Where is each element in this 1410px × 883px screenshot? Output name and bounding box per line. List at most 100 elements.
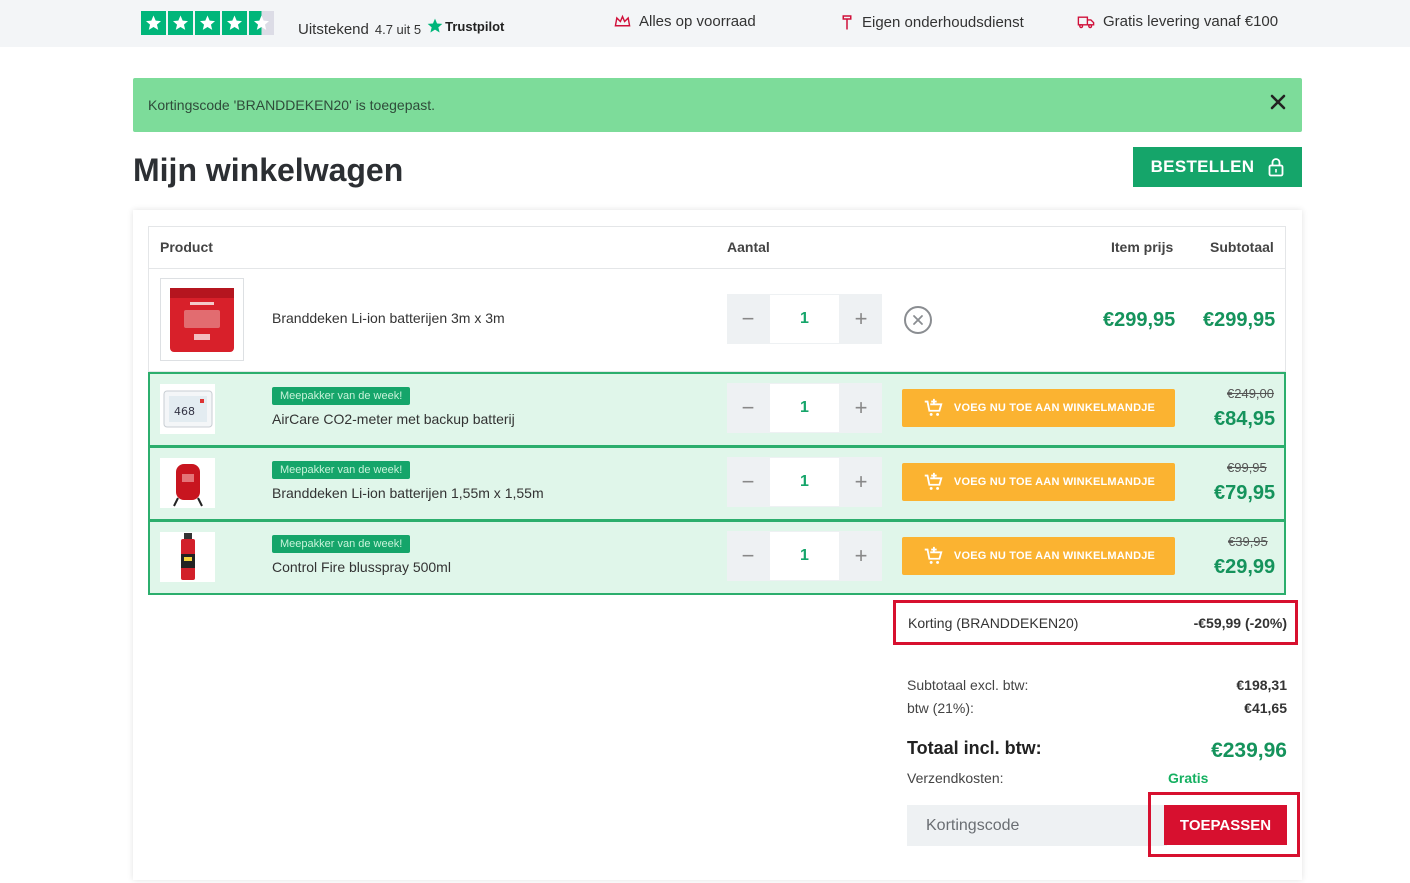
product-name[interactable]: Control Fire blusspray 500ml: [272, 559, 451, 575]
item-price: €299,95: [1103, 309, 1176, 331]
coupon-applied-notice: Kortingscode 'BRANDDEKEN20' is toegepast…: [133, 78, 1302, 132]
remove-item-button[interactable]: [904, 306, 932, 334]
increase-button[interactable]: +: [840, 457, 882, 507]
subtotal-value: €198,31: [1236, 677, 1287, 693]
spray-can-image: [180, 533, 195, 580]
quantity-value[interactable]: 1: [769, 294, 840, 344]
quantity-value[interactable]: 1: [769, 531, 840, 581]
lock-icon: [1268, 158, 1284, 177]
cart-add-icon: [924, 546, 943, 564]
cart-add-icon: [924, 472, 943, 490]
old-price: €249,00: [1227, 386, 1274, 401]
table-row: Branddeken Li-ion batterijen 3m x 3m − 1…: [148, 269, 1286, 372]
coupon-input[interactable]: [907, 805, 1167, 846]
old-price: €39,95: [1228, 534, 1268, 549]
increase-button[interactable]: +: [840, 531, 882, 581]
header-product: Product: [160, 239, 213, 255]
upsell-row: 468 Meepakker van de week! AirCare CO2-m…: [148, 372, 1286, 447]
usp-bar: Uitstekend 4.7 uit 5 Trustpilot Alles op…: [0, 0, 1410, 47]
item-subtotal: €299,95: [1203, 309, 1276, 331]
decrease-button[interactable]: −: [727, 294, 769, 344]
star-icon: [195, 11, 220, 35]
product-image[interactable]: [160, 458, 215, 508]
usp-stock-label: Alles op voorraad: [639, 13, 756, 30]
table-header: Product Aantal Item prijs Subtotaal: [148, 226, 1286, 269]
add-to-cart-label: VOEG NU TOE AAN WINKELMANDJE: [953, 550, 1156, 562]
decrease-button[interactable]: −: [727, 383, 769, 433]
quantity-value[interactable]: 1: [769, 457, 840, 507]
fire-blanket-pouch-image: [172, 464, 203, 507]
star-icon: [222, 11, 247, 35]
upsell-badge: Meepakker van de week!: [272, 535, 411, 553]
header-item-price: Item prijs: [1111, 239, 1174, 255]
usp-service-label: Eigen onderhoudsdienst: [862, 13, 1024, 31]
order-button-label: BESTELLEN: [1150, 157, 1255, 176]
total-value: €239,96: [1211, 739, 1287, 762]
notice-text: Kortingscode 'BRANDDEKEN20' is toegepast…: [148, 97, 436, 113]
discount-value: -€59,99 (-20%): [1193, 615, 1287, 631]
shipping-label: Verzendkosten:: [907, 770, 1004, 786]
fire-blanket-image: [170, 287, 234, 352]
upsell-price: €84,95: [1214, 408, 1276, 430]
hammer-icon: [842, 15, 852, 30]
upsell-badge: Meepakker van de week!: [272, 387, 411, 405]
add-to-cart-label: VOEG NU TOE AAN WINKELMANDJE: [953, 476, 1156, 488]
header-qty: Aantal: [727, 239, 770, 255]
close-icon[interactable]: [1268, 92, 1288, 112]
product-image[interactable]: [160, 532, 215, 582]
add-to-cart-button[interactable]: VOEG NU TOE AAN WINKELMANDJE: [902, 537, 1175, 575]
upsell-badge: Meepakker van de week!: [272, 461, 411, 479]
usp-delivery: Gratis levering vanaf €100: [1077, 13, 1278, 30]
truck-icon: [1077, 15, 1095, 28]
trustpilot-star-icon: [427, 18, 443, 33]
half-star-icon: [249, 11, 274, 35]
increase-button[interactable]: +: [840, 294, 882, 344]
trustpilot-stars: [141, 11, 274, 35]
decrease-button[interactable]: −: [727, 457, 769, 507]
product-name[interactable]: Branddeken Li-ion batterijen 1,55m x 1,5…: [272, 485, 544, 501]
increase-button[interactable]: +: [840, 383, 882, 433]
quantity-stepper: − 1 +: [727, 457, 882, 507]
vat-label: btw (21%):: [907, 700, 974, 716]
crown-icon: [614, 14, 631, 27]
usp-delivery-label: Gratis levering vanaf €100: [1103, 13, 1279, 30]
apply-coupon-button[interactable]: TOEPASSEN: [1164, 805, 1287, 845]
upsell-row: Meepakker van de week! Branddeken Li-ion…: [148, 446, 1286, 521]
trustpilot-logo: Trustpilot: [427, 18, 504, 34]
quantity-stepper: − 1 +: [727, 383, 882, 433]
decrease-button[interactable]: −: [727, 531, 769, 581]
trustpilot-rating[interactable]: Uitstekend 4.7 uit 5 Trustpilot: [298, 18, 504, 39]
upsell-price: €29,99: [1214, 556, 1276, 578]
upsell-price: €79,95: [1214, 482, 1276, 504]
add-to-cart-label: VOEG NU TOE AAN WINKELMANDJE: [953, 402, 1156, 414]
apply-highlight: TOEPASSEN: [1148, 792, 1300, 857]
product-name[interactable]: Branddeken Li-ion batterijen 3m x 3m: [272, 310, 505, 326]
order-button[interactable]: BESTELLEN: [1133, 147, 1302, 187]
cart-add-icon: [924, 398, 943, 416]
quantity-stepper: − 1 +: [727, 294, 882, 344]
total-label: Totaal incl. btw:: [907, 738, 1042, 758]
rating-word: Uitstekend: [298, 21, 369, 38]
discount-line: Korting (BRANDDEKEN20) -€59,99 (-20%): [893, 600, 1298, 645]
svg-text:468: 468: [174, 405, 195, 418]
co2-meter-image: 468: [163, 390, 212, 428]
discount-label: Korting (BRANDDEKEN20): [908, 615, 1079, 631]
product-image[interactable]: 468: [160, 384, 215, 434]
subtotal-label: Subtotaal excl. btw:: [907, 677, 1029, 693]
quantity-value[interactable]: 1: [769, 383, 840, 433]
header-subtotal: Subtotaal: [1210, 239, 1274, 255]
shipping-value: Gratis: [1168, 770, 1209, 786]
add-to-cart-button[interactable]: VOEG NU TOE AAN WINKELMANDJE: [902, 463, 1175, 501]
page-title: Mijn winkelwagen: [133, 152, 404, 188]
quantity-stepper: − 1 +: [727, 531, 882, 581]
usp-stock: Alles op voorraad: [614, 13, 756, 30]
add-to-cart-button[interactable]: VOEG NU TOE AAN WINKELMANDJE: [902, 389, 1175, 427]
product-image[interactable]: [160, 278, 244, 361]
vat-value: €41,65: [1244, 700, 1287, 716]
star-icon: [141, 11, 166, 35]
product-name[interactable]: AirCare CO2-meter met backup batterij: [272, 411, 515, 427]
usp-service: Eigen onderhoudsdienst: [840, 13, 1024, 31]
rating-score: 4.7 uit 5: [374, 22, 422, 37]
star-icon: [168, 11, 193, 35]
trustpilot-label: Trustpilot: [445, 18, 505, 34]
